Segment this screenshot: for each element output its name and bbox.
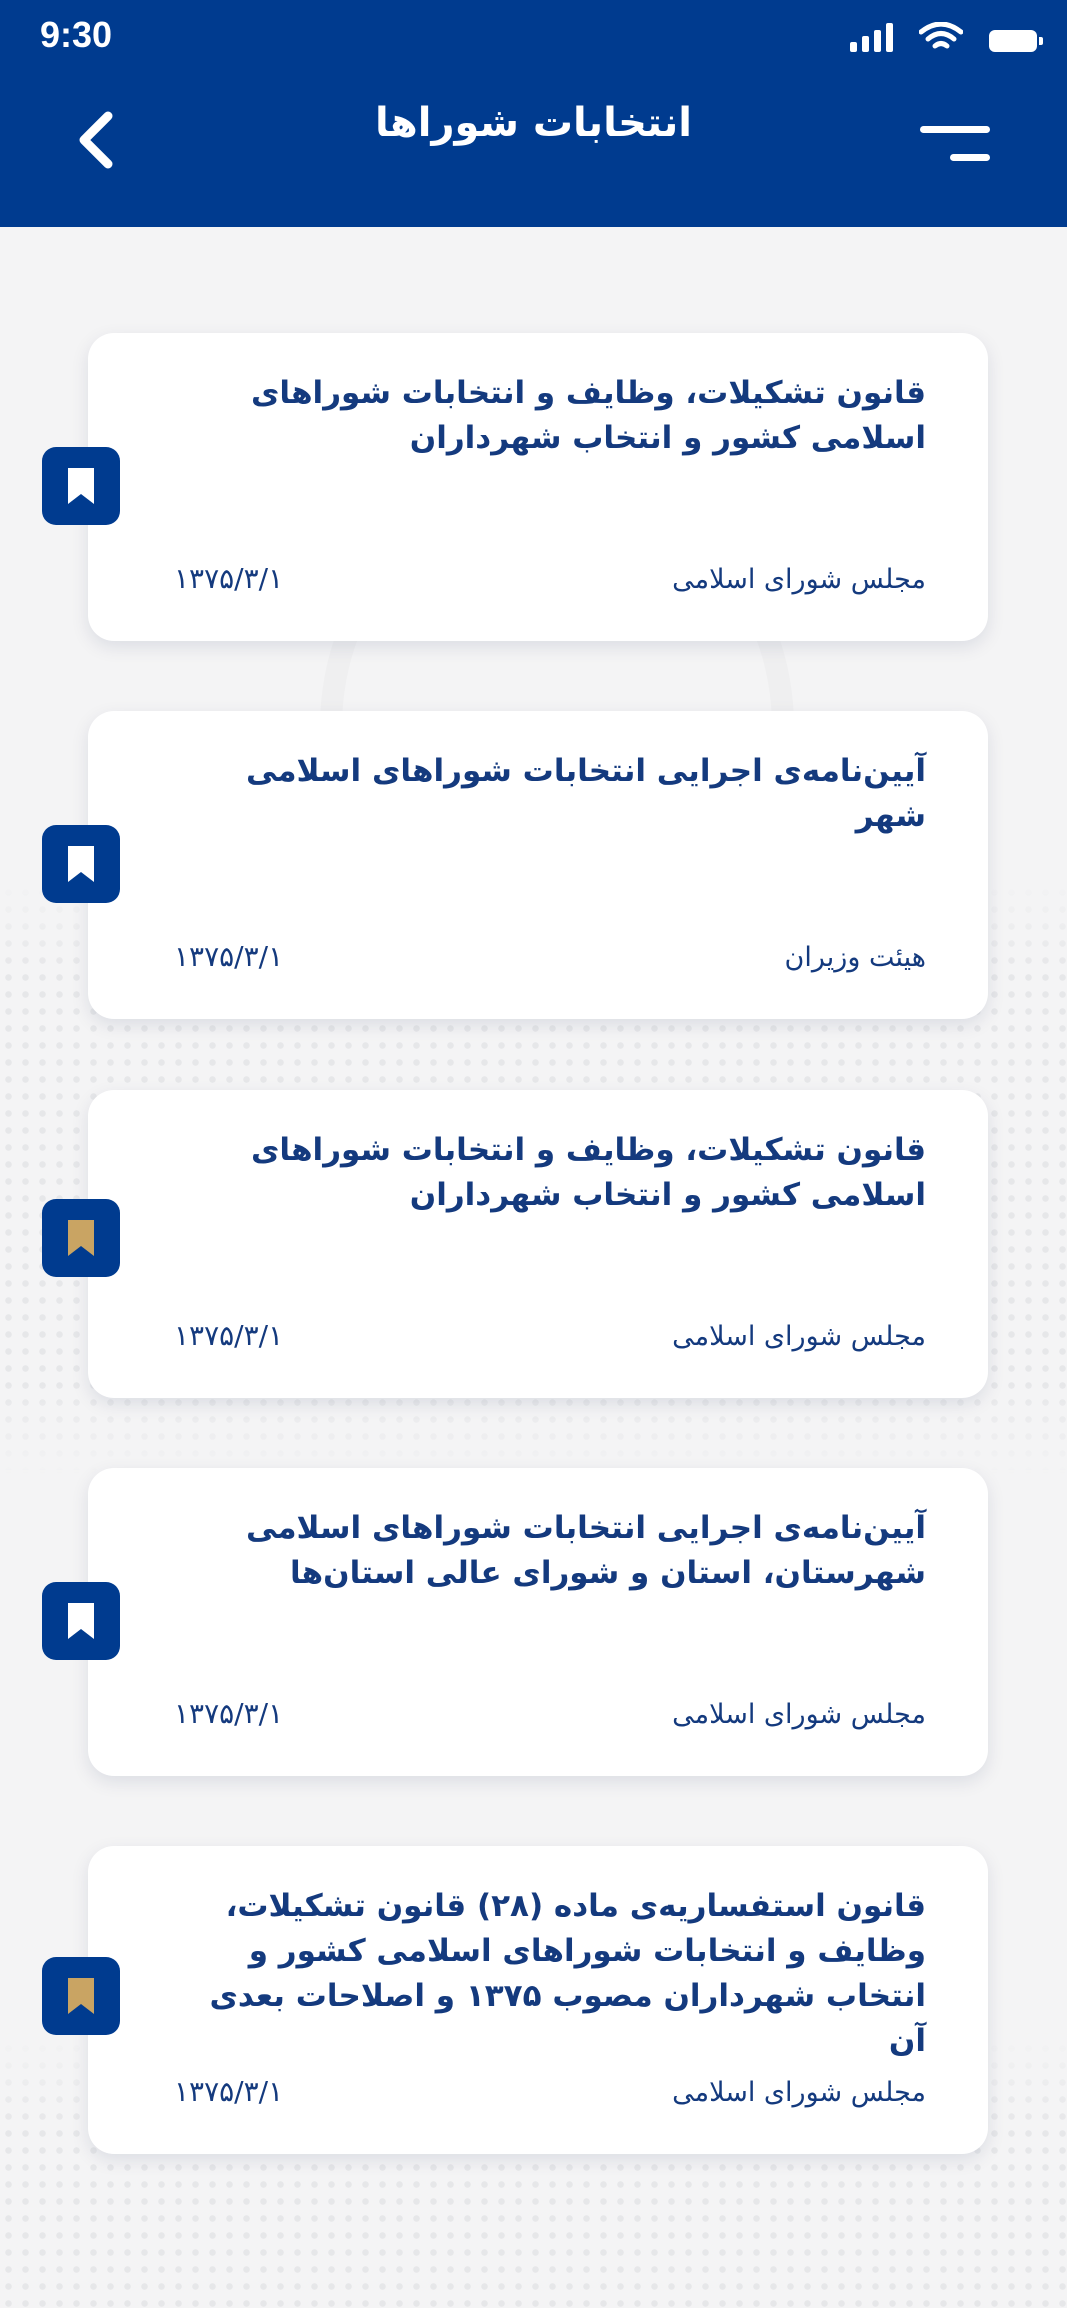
menu-icon xyxy=(920,126,990,133)
law-card[interactable]: آیین‌نامه‌ی اجرایی انتخابات شوراهای اسلا… xyxy=(88,711,988,1019)
law-title: آیین‌نامه‌ی اجرایی انتخابات شوراهای اسلا… xyxy=(245,753,926,834)
bookmark-icon xyxy=(68,1603,94,1639)
law-card[interactable]: قانون استفساریه‌ی ماده (۲۸) قانون تشکیلا… xyxy=(88,1846,988,2154)
bookmark-button[interactable] xyxy=(42,1582,120,1660)
bookmark-icon xyxy=(68,468,94,504)
law-card[interactable]: قانون تشکیلات، وظایف و انتخابات شوراهای … xyxy=(88,333,988,641)
law-source: هیئت وزیران xyxy=(784,942,926,973)
wifi-icon xyxy=(919,22,963,49)
signal-icon xyxy=(850,22,893,52)
status-time: 9:30 xyxy=(40,14,113,55)
law-date: ۱۳۷۵/۳/۱ xyxy=(174,2075,284,2108)
law-date: ۱۳۷۵/۳/۱ xyxy=(174,562,284,595)
law-title: آیین‌نامه‌ی اجرایی انتخابات شوراهای اسلا… xyxy=(245,1510,926,1591)
app-header: 9:30 انتخابات شوراها xyxy=(0,0,1067,227)
law-title: قانون استفساریه‌ی ماده (۲۸) قانون تشکیلا… xyxy=(209,1888,926,2059)
status-icons xyxy=(850,20,1043,52)
law-title: قانون تشکیلات، وظایف و انتخابات شوراهای … xyxy=(251,1132,926,1213)
battery-icon xyxy=(989,30,1043,52)
bookmark-button[interactable] xyxy=(42,447,120,525)
law-source: مجلس شورای اسلامی xyxy=(672,564,926,595)
law-card[interactable]: آیین‌نامه‌ی اجرایی انتخابات شوراهای اسلا… xyxy=(88,1468,988,1776)
bookmark-filled-icon xyxy=(68,1220,94,1256)
bookmark-filled-icon xyxy=(68,1978,94,2014)
law-source: مجلس شورای اسلامی xyxy=(672,1321,926,1352)
bookmark-icon xyxy=(68,846,94,882)
law-date: ۱۳۷۵/۳/۱ xyxy=(174,1319,284,1352)
law-source: مجلس شورای اسلامی xyxy=(672,1699,926,1730)
law-source: مجلس شورای اسلامی xyxy=(672,2077,926,2108)
menu-button[interactable] xyxy=(920,120,990,170)
bookmark-button-saved[interactable] xyxy=(42,1199,120,1277)
law-card[interactable]: قانون تشکیلات، وظایف و انتخابات شوراهای … xyxy=(88,1090,988,1398)
bookmark-button-saved[interactable] xyxy=(42,1957,120,2035)
law-title: قانون تشکیلات، وظایف و انتخابات شوراهای … xyxy=(251,375,926,456)
page-title: انتخابات شوراها xyxy=(375,100,692,146)
bookmark-button[interactable] xyxy=(42,825,120,903)
law-date: ۱۳۷۵/۳/۱ xyxy=(174,1697,284,1730)
law-date: ۱۳۷۵/۳/۱ xyxy=(174,940,284,973)
